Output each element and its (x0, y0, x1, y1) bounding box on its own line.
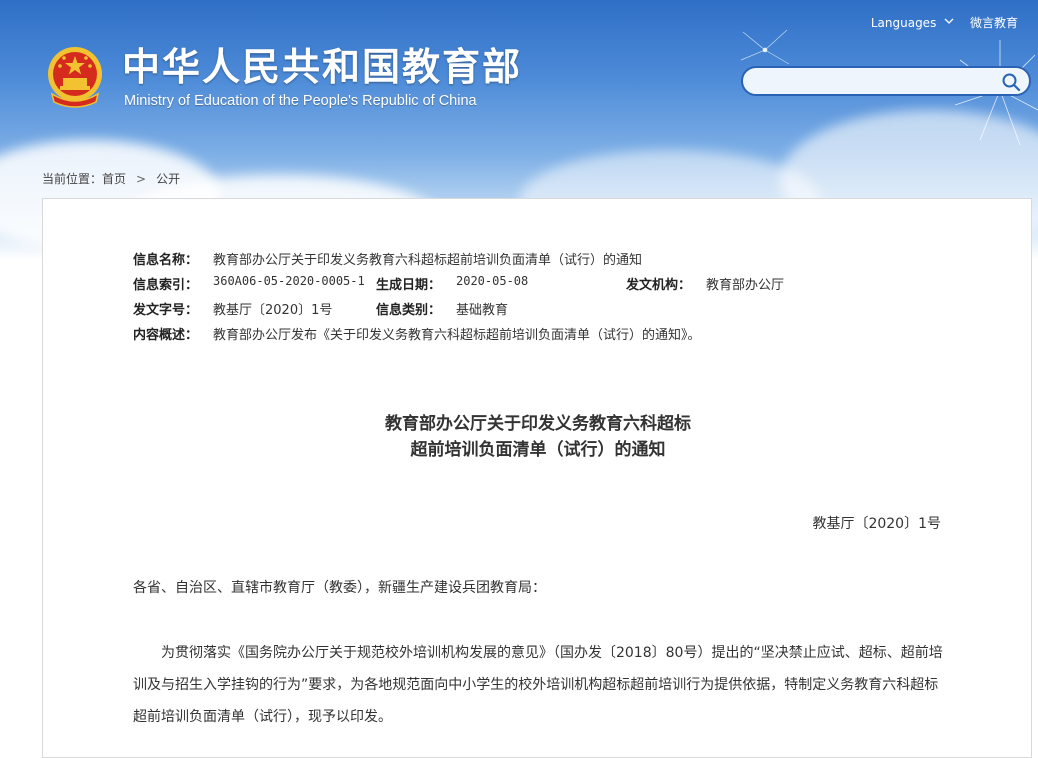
search-box (741, 66, 1031, 96)
summary-label: 内容概述： (133, 328, 199, 343)
document-title-line1: 教育部办公厅关于印发义务教育六科超标 (385, 414, 691, 434)
article-container: 信息名称： 教育部办公厅关于印发义务教育六科超标超前培训负面清单（试行）的通知 … (42, 198, 1032, 758)
summary-value: 教育部办公厅发布《关于印发义务教育六科超标超前培训负面清单（试行）的通知》。 (213, 328, 701, 343)
search-icon[interactable] (1001, 72, 1021, 92)
search-input[interactable] (757, 72, 1001, 92)
breadcrumb-current-link[interactable]: 公开 (156, 170, 180, 187)
date-value: 2020-05-08 (456, 274, 529, 288)
info-name-label: 信息名称： (133, 253, 199, 268)
languages-label: Languages (870, 15, 937, 30)
chevron-down-icon (944, 17, 954, 28)
national-emblem-logo (48, 47, 102, 108)
issuer-label: 发文机构： (626, 278, 692, 293)
breadcrumb-home-link[interactable]: 首页 (102, 170, 126, 187)
site-subtitle-english: Ministry of Education of the People's Re… (124, 93, 477, 109)
breadcrumb-prefix: 当前位置： (42, 172, 103, 186)
document-number: 教基厅〔2020〕1号 (812, 516, 941, 532)
site-title: 中华人民共和国教育部 (122, 45, 523, 89)
issuer-value: 教育部办公厅 (706, 278, 785, 293)
index-label: 信息索引： (133, 278, 199, 293)
weibo-link[interactable]: 微言教育 (970, 14, 1018, 31)
date-label: 生成日期： (376, 278, 442, 293)
document-title-line2: 超前培训负面清单（试行）的通知 (410, 440, 666, 460)
category-value: 基础教育 (456, 303, 509, 318)
index-value: 360A06-05-2020-0005-1 (213, 274, 365, 288)
breadcrumb: 当前位置：首页 > 公开 (42, 170, 180, 187)
info-name-value: 教育部办公厅关于印发义务教育六科超标超前培训负面清单（试行）的通知 (213, 253, 643, 268)
document-title: 教育部办公厅关于印发义务教育六科超标 超前培训负面清单（试行）的通知 (43, 411, 1033, 463)
document-paragraph: 为贯彻落实《国务院办公厅关于规范校外培训机构发展的意见》（国办发〔2018〕80… (133, 645, 943, 725)
languages-link[interactable]: Languages (871, 15, 966, 30)
document-addressee: 各省、自治区、直辖市教育厅（教委），新疆生产建设兵团教育局： (133, 580, 546, 596)
breadcrumb-separator: > (136, 172, 147, 186)
category-label: 信息类别： (376, 303, 442, 318)
doc-no-label: 发文字号： (133, 303, 199, 318)
doc-no-value: 教基厅〔2020〕1号 (213, 303, 333, 318)
top-links: Languages 微言教育 (871, 14, 1018, 31)
